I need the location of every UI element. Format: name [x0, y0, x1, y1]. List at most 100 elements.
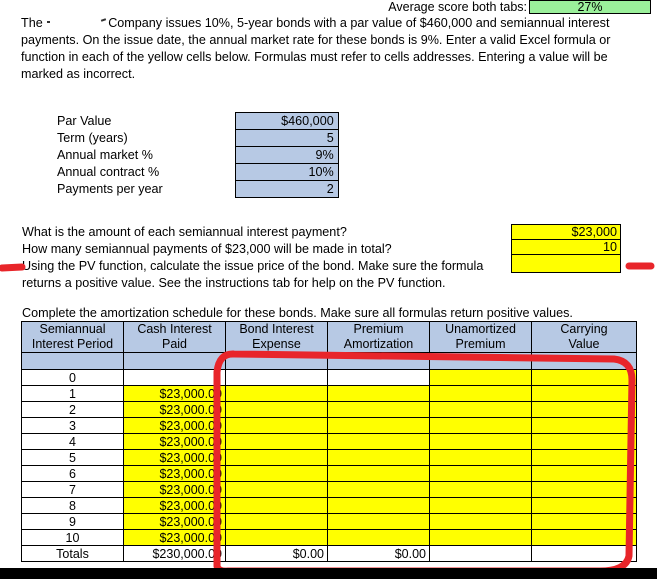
- input-value-term-years[interactable]: 5: [234, 129, 339, 147]
- cell-unamortized-premium[interactable]: [429, 433, 532, 450]
- cell-carrying-value[interactable]: [531, 481, 637, 498]
- cell-premium-amortization[interactable]: [327, 385, 430, 402]
- cell-bond-interest-expense: [225, 369, 328, 386]
- input-label-annual-contract: Annual contract %: [57, 165, 160, 179]
- cell-cash-interest-paid[interactable]: $23,000.00: [123, 433, 226, 450]
- table-row: 0: [21, 369, 637, 386]
- cell-cash-interest-paid[interactable]: $23,000.00: [123, 449, 226, 466]
- bond-inputs-block: Par Value $460,000 Term (years) 5 Annual…: [57, 112, 339, 198]
- cell-period: 4: [21, 433, 124, 450]
- cell-bond-interest-expense[interactable]: [225, 449, 328, 466]
- cell-premium-amortization[interactable]: [327, 433, 430, 450]
- cell-carrying-value[interactable]: [531, 369, 637, 386]
- cell-unamortized-premium[interactable]: [429, 417, 532, 434]
- cell-cash-interest-paid[interactable]: $23,000.00: [123, 465, 226, 482]
- cell-unamortized-premium[interactable]: [429, 529, 532, 546]
- answer-cell-semiannual-payment[interactable]: $23,000: [511, 224, 621, 240]
- cell-premium-amortization[interactable]: [327, 529, 430, 546]
- cell-carrying-value[interactable]: [531, 465, 637, 482]
- question-3-text: Using the PV function, calculate the iss…: [22, 259, 484, 290]
- input-value-annual-contract[interactable]: 10%: [234, 163, 339, 181]
- cell-cash-interest-paid[interactable]: $23,000.00: [123, 481, 226, 498]
- header-spacer-cell: [531, 352, 637, 370]
- table-row: 4 $23,000.00: [21, 433, 637, 450]
- input-value-payments-per-year[interactable]: 2: [234, 180, 339, 198]
- answer-cells-block: $23,000 10: [511, 224, 621, 273]
- input-label-par-value: Par Value: [57, 114, 112, 128]
- cell-bond-interest-expense[interactable]: [225, 529, 328, 546]
- answer-cell-number-of-payments[interactable]: 10: [511, 239, 621, 255]
- table-row: 8 $23,000.00: [21, 497, 637, 514]
- cell-period: 9: [21, 513, 124, 530]
- cell-period: 10: [21, 529, 124, 546]
- cell-unamortized-premium[interactable]: [429, 369, 532, 386]
- cell-carrying-value[interactable]: [531, 401, 637, 418]
- cell-cash-interest-paid[interactable]: $23,000.00: [123, 401, 226, 418]
- input-row-par-value: Par Value $460,000: [57, 112, 339, 130]
- cell-premium-amortization: [327, 369, 430, 386]
- cell-cash-interest-paid[interactable]: $23,000.00: [123, 385, 226, 402]
- cell-period: 1: [21, 385, 124, 402]
- cell-carrying-value[interactable]: [531, 385, 637, 402]
- cell-premium-amortization[interactable]: [327, 513, 430, 530]
- redacted-company-name: [46, 16, 108, 28]
- header-spacer-cell: [21, 352, 124, 370]
- cell-unamortized-premium[interactable]: [429, 497, 532, 514]
- cell-unamortized-premium[interactable]: [429, 513, 532, 530]
- cell-carrying-value[interactable]: [531, 497, 637, 514]
- table-row: 6 $23,000.00: [21, 465, 637, 482]
- cell-premium-amortization[interactable]: [327, 497, 430, 514]
- input-spacer: [173, 164, 236, 181]
- table-row: 7 $23,000.00: [21, 481, 637, 498]
- cell-carrying-value[interactable]: [531, 529, 637, 546]
- cell-carrying-value[interactable]: [531, 449, 637, 466]
- cell-cash-interest-paid[interactable]: $23,000.00: [123, 417, 226, 434]
- cell-bond-interest-expense[interactable]: [225, 417, 328, 434]
- cell-carrying-value[interactable]: [531, 433, 637, 450]
- average-score-value-cell: 27%: [529, 0, 651, 14]
- input-value-annual-market[interactable]: 9%: [234, 146, 339, 164]
- cell-bond-interest-expense[interactable]: [225, 465, 328, 482]
- cell-bond-interest-expense[interactable]: [225, 513, 328, 530]
- input-row-term-years: Term (years) 5: [57, 129, 339, 147]
- cell-unamortized-premium[interactable]: [429, 385, 532, 402]
- header-line-1: Bond Interest: [239, 322, 314, 336]
- cell-bond-interest-expense[interactable]: [225, 481, 328, 498]
- cell-unamortized-premium[interactable]: [429, 465, 532, 482]
- cell-unamortized-premium[interactable]: [429, 401, 532, 418]
- cell-premium-amortization[interactable]: [327, 449, 430, 466]
- cell-carrying-value[interactable]: [531, 417, 637, 434]
- answer-cell-issue-price[interactable]: [511, 254, 621, 273]
- header-line-2: Value: [568, 337, 600, 351]
- cell-carrying-value[interactable]: [531, 513, 637, 530]
- header-line-2: Interest Period: [31, 337, 114, 351]
- header-line-2: Paid: [161, 337, 188, 351]
- cell-premium-amortization[interactable]: [327, 481, 430, 498]
- input-value-par-value[interactable]: $460,000: [234, 112, 339, 130]
- input-spacer: [173, 113, 236, 130]
- table-row: 3 $23,000.00: [21, 417, 637, 434]
- totals-unamortized-premium: [429, 545, 532, 562]
- intro-paragraph: The Company issues 10%, 5-year bonds wit…: [21, 15, 637, 83]
- cell-bond-interest-expense[interactable]: [225, 401, 328, 418]
- cell-cash-interest-paid[interactable]: $23,000.00: [123, 529, 226, 546]
- cell-premium-amortization[interactable]: [327, 401, 430, 418]
- cell-bond-interest-expense[interactable]: [225, 385, 328, 402]
- cell-unamortized-premium[interactable]: [429, 449, 532, 466]
- totals-label: Totals: [21, 545, 124, 562]
- cell-cash-interest-paid[interactable]: $23,000.00: [123, 497, 226, 514]
- cell-premium-amortization[interactable]: [327, 417, 430, 434]
- cell-premium-amortization[interactable]: [327, 465, 430, 482]
- input-label-term-years: Term (years): [57, 131, 128, 145]
- input-label-annual-market: Annual market %: [57, 148, 153, 162]
- totals-carrying-value: [531, 545, 637, 562]
- cell-unamortized-premium[interactable]: [429, 481, 532, 498]
- cell-cash-interest-paid[interactable]: $23,000.00: [123, 513, 226, 530]
- column-header-semiannual-interest-period: Semiannual Interest Period: [21, 321, 124, 353]
- input-spacer: [173, 147, 236, 164]
- cell-bond-interest-expense[interactable]: [225, 497, 328, 514]
- cell-period: 3: [21, 417, 124, 434]
- bottom-black-bar: [0, 568, 657, 579]
- cell-bond-interest-expense[interactable]: [225, 433, 328, 450]
- intro-text-after-name: Company issues 10%, 5-year bonds with a …: [21, 16, 611, 81]
